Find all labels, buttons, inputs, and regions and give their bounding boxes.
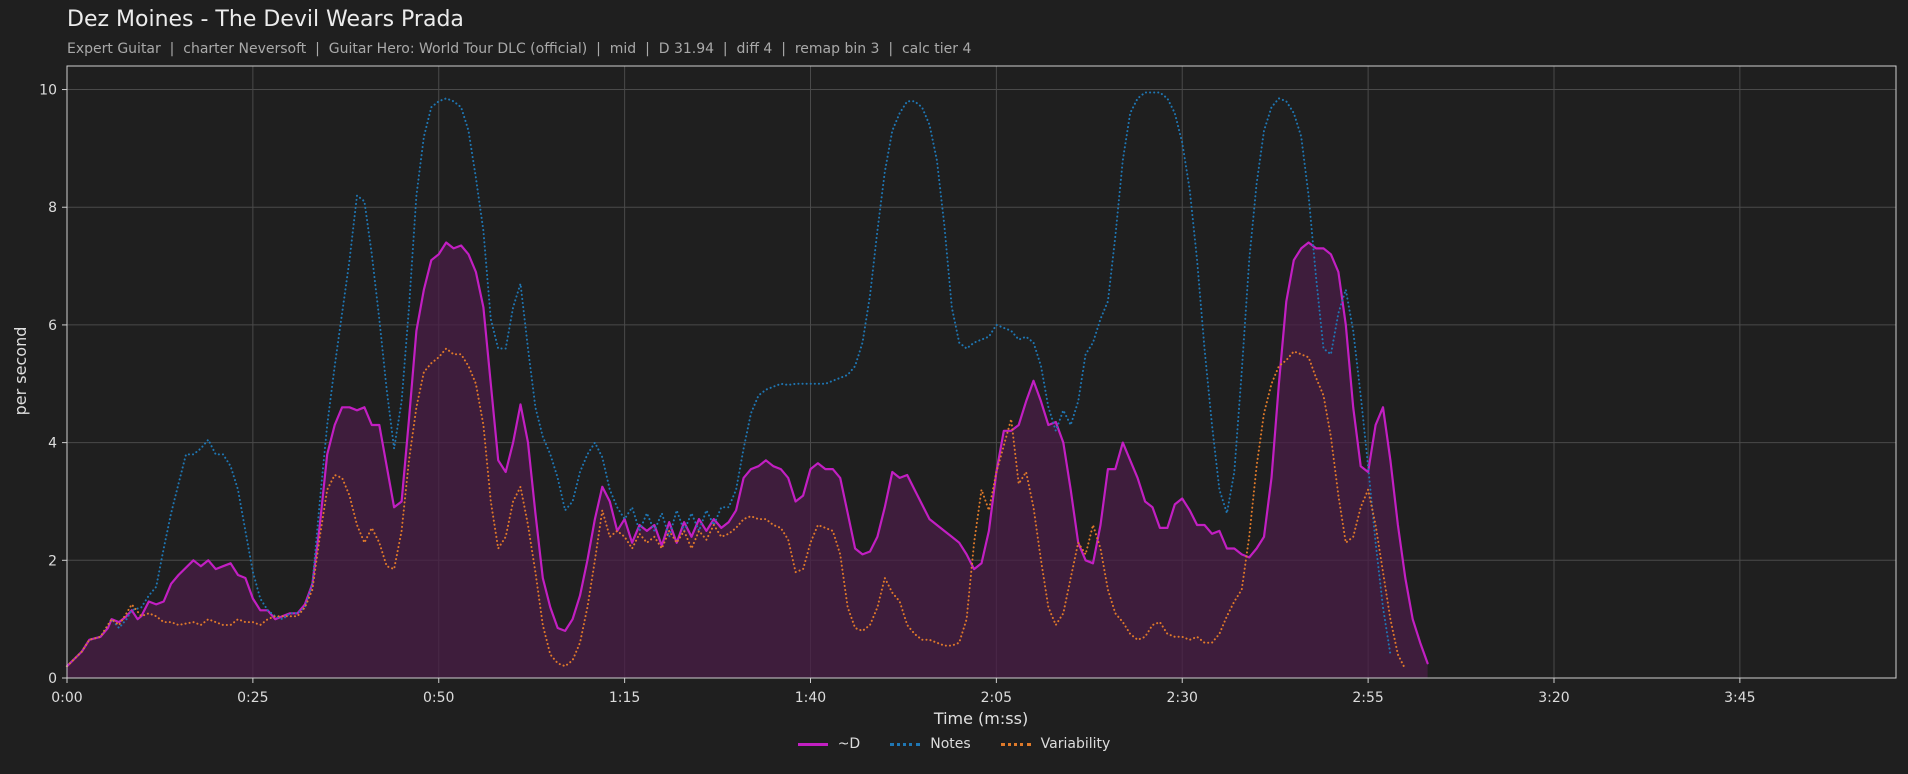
legend-swatch (1000, 742, 1031, 746)
y-tick-label: 0 (48, 671, 57, 687)
legend-swatch (890, 742, 921, 746)
y-tick-label: 2 (48, 553, 57, 569)
line-chart: 0:00 0:25 0:50 1:15 1:40 2:05 2:30 2:55 3:20 3:45… (11, 65, 1897, 728)
y-axis-label: per second (11, 327, 30, 416)
legend-item: Variability (1000, 736, 1111, 752)
x-tick-label: 2:30 (1167, 690, 1198, 706)
x-tick-label: 0:25 (237, 690, 268, 706)
legend: ~D Notes Variability (0, 736, 1908, 752)
x-tick-label: 0:00 (51, 690, 82, 706)
x-tick-label: 3:45 (1724, 690, 1755, 706)
legend-label: Variability (1040, 736, 1111, 752)
legend-label: ~D (837, 736, 861, 752)
legend-item: Notes (890, 736, 971, 752)
x-tick-label: 2:05 (981, 690, 1012, 706)
x-tick-label: 1:40 (795, 690, 826, 706)
y-tick-label: 10 (39, 83, 57, 99)
legend-label: Notes (930, 736, 971, 752)
x-tick-label: 1:15 (609, 690, 640, 706)
legend-swatch (797, 742, 828, 746)
y-tick-label: 6 (48, 318, 57, 334)
y-tick-label: 4 (48, 436, 57, 452)
x-axis-label: Time (m:ss) (933, 709, 1028, 728)
x-tick-label: 2:55 (1352, 690, 1383, 706)
x-tick-label: 0:50 (423, 690, 454, 706)
x-tick-label: 3:20 (1538, 690, 1569, 706)
legend-item: ~D (797, 736, 861, 752)
y-tick-label: 8 (48, 200, 57, 216)
